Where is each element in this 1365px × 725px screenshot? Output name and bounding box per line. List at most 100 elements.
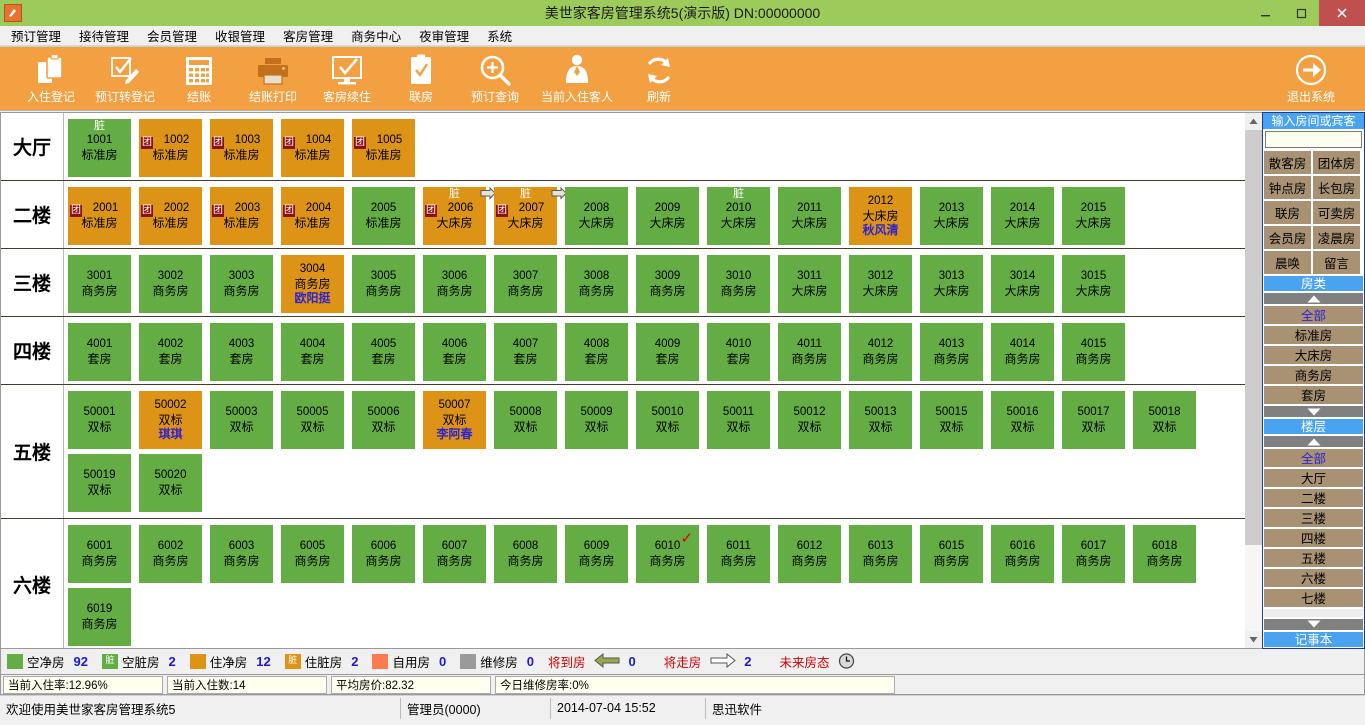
room-cell[interactable]: 3015 大床房	[1062, 255, 1125, 313]
toolbar-button-link-rooms[interactable]: 联房	[384, 48, 458, 110]
room-cell[interactable]: 2005 标准房	[352, 187, 415, 245]
room-cell[interactable]: 团 1005 标准房	[352, 119, 415, 177]
toolbar-button-checkin[interactable]: 入住登记	[14, 48, 88, 110]
close-button[interactable]	[1319, 0, 1365, 26]
menu-item-booking[interactable]: 预订管理	[2, 24, 70, 47]
room-cell[interactable]: 4013 商务房	[920, 323, 983, 381]
list-item[interactable]: 大床房	[1263, 345, 1364, 366]
room-cell[interactable]: 4003 套房	[210, 323, 273, 381]
menu-item-reception[interactable]: 接待管理	[70, 24, 138, 47]
room-cell[interactable]: 3007 商务房	[494, 255, 557, 313]
room-cell[interactable]: 团 1002 标准房	[139, 119, 202, 177]
room-cell[interactable]: 4015 商务房	[1062, 323, 1125, 381]
room-cell[interactable]: 50012 双标	[778, 391, 841, 449]
room-cell[interactable]: 团 2002 标准房	[139, 187, 202, 245]
list-item[interactable]: 六楼	[1263, 568, 1364, 589]
room-cell[interactable]: 50008 双标	[494, 391, 557, 449]
filter-button[interactable]: 晨唤	[1263, 250, 1312, 275]
room-cell[interactable]: 4007 套房	[494, 323, 557, 381]
scroll-thumb[interactable]	[1245, 130, 1262, 545]
room-cell[interactable]: 50005 双标	[281, 391, 344, 449]
room-cell[interactable]: 团 1004 标准房	[281, 119, 344, 177]
room-cell[interactable]: 50016 双标	[991, 391, 1054, 449]
room-cell[interactable]: 团 2001 标准房	[68, 187, 131, 245]
room-cell[interactable]: 6012 商务房	[778, 525, 841, 583]
filter-button[interactable]: 留言	[1312, 250, 1361, 275]
room-cell[interactable]: 6003 商务房	[210, 525, 273, 583]
room-cell[interactable]: 6011 商务房	[707, 525, 770, 583]
list-item[interactable]: 套房	[1263, 385, 1364, 406]
filter-button[interactable]: 钟点房	[1263, 175, 1312, 200]
toolbar-button-checkout-print[interactable]: 结账打印	[236, 48, 310, 110]
list-item[interactable]: 四楼	[1263, 528, 1364, 549]
toolbar-button-booking-query[interactable]: 预订查询	[458, 48, 532, 110]
filter-button[interactable]: 会员房	[1263, 225, 1312, 250]
room-cell[interactable]: 团 2004 标准房	[281, 187, 344, 245]
room-cell[interactable]: 3009 商务房	[636, 255, 699, 313]
room-cell[interactable]: 4009 套房	[636, 323, 699, 381]
menu-item-system[interactable]: 系统	[478, 24, 521, 47]
menu-item-member[interactable]: 会员管理	[138, 24, 206, 47]
room-cell[interactable]: 4008 套房	[565, 323, 628, 381]
room-cell[interactable]: 3012 大床房	[849, 255, 912, 313]
maximize-button[interactable]	[1283, 0, 1319, 26]
room-cell[interactable]: 2013 大床房	[920, 187, 983, 245]
room-cell[interactable]: 3014 大床房	[991, 255, 1054, 313]
room-cell[interactable]: 3006 商务房	[423, 255, 486, 313]
list-item[interactable]: 标准房	[1263, 325, 1364, 346]
list-item[interactable]: 七楼	[1263, 588, 1364, 609]
list-item[interactable]: 二楼	[1263, 488, 1364, 509]
room-cell[interactable]: 6008 商务房	[494, 525, 557, 583]
floor-scroll-up[interactable]	[1263, 435, 1364, 449]
room-cell[interactable]: 6002 商务房	[139, 525, 202, 583]
room-cell[interactable]: 6005 商务房	[281, 525, 344, 583]
floor-scroll-down[interactable]	[1263, 617, 1364, 631]
room-cell[interactable]: 3001 商务房	[68, 255, 131, 313]
roomtype-scroll-up[interactable]	[1263, 292, 1364, 306]
room-cell[interactable]: 3008 商务房	[565, 255, 628, 313]
room-cell[interactable]: 3002 商务房	[139, 255, 202, 313]
room-cell[interactable]: 6015 商务房	[920, 525, 983, 583]
room-cell[interactable]: 50011 双标	[707, 391, 770, 449]
menu-item-business[interactable]: 商务中心	[342, 24, 410, 47]
list-item[interactable]: 全部	[1263, 448, 1364, 469]
filter-button[interactable]: 凌晨房	[1312, 225, 1361, 250]
room-cell[interactable]: 团 1003 标准房	[210, 119, 273, 177]
room-cell[interactable]: 3004 商务房 欧阳挺	[281, 255, 344, 313]
list-item[interactable]: 大厅	[1263, 468, 1364, 489]
room-cell[interactable]: 4005 套房	[352, 323, 415, 381]
toolbar-button-checkout[interactable]: 结账	[162, 48, 236, 110]
room-grid-scrollbar[interactable]	[1245, 112, 1262, 649]
room-cell[interactable]: 6018 商务房	[1133, 525, 1196, 583]
toolbar-button-current-guests[interactable]: 当前入住客人	[532, 48, 622, 110]
menu-item-nightaudit[interactable]: 夜审管理	[410, 24, 478, 47]
room-cell[interactable]: 50002 双标 琪琪	[139, 391, 202, 449]
room-cell[interactable]: 2008 大床房	[565, 187, 628, 245]
room-cell[interactable]: 50013 双标	[849, 391, 912, 449]
room-cell[interactable]: 4011 商务房	[778, 323, 841, 381]
room-cell[interactable]: 4001 套房	[68, 323, 131, 381]
room-cell[interactable]: 3013 大床房	[920, 255, 983, 313]
notebook-button[interactable]: 记事本	[1263, 630, 1364, 648]
list-item[interactable]: 五楼	[1263, 548, 1364, 569]
room-cell[interactable]: 50007 双标 李阿春	[423, 391, 486, 449]
room-cell[interactable]: 脏 2010 大床房	[707, 187, 770, 245]
room-cell[interactable]: 6009 商务房	[565, 525, 628, 583]
list-item[interactable]: 三楼	[1263, 508, 1364, 529]
scroll-up-button[interactable]	[1245, 113, 1262, 130]
room-cell[interactable]: 团 2003 标准房	[210, 187, 273, 245]
room-cell[interactable]: 4004 套房	[281, 323, 344, 381]
room-cell[interactable]: 6013 商务房	[849, 525, 912, 583]
room-cell[interactable]: 3011 大床房	[778, 255, 841, 313]
toolbar-button-booking-to-checkin[interactable]: 预订转登记	[88, 48, 162, 110]
room-cell[interactable]: 50006 双标	[352, 391, 415, 449]
toolbar-button-exit[interactable]: 退出系统	[1269, 48, 1353, 110]
filter-button[interactable]: 长包房	[1312, 175, 1361, 200]
room-guest-search-input[interactable]	[1265, 131, 1362, 148]
room-cell[interactable]: 6001 商务房	[68, 525, 131, 583]
room-cell[interactable]: 50018 双标	[1133, 391, 1196, 449]
room-cell[interactable]: 脏团 2007 大床房	[494, 186, 567, 245]
toolbar-button-refresh[interactable]: 刷新	[622, 48, 696, 110]
room-cell[interactable]: 50001 双标	[68, 391, 131, 449]
room-cell[interactable]: 50003 双标	[210, 391, 273, 449]
